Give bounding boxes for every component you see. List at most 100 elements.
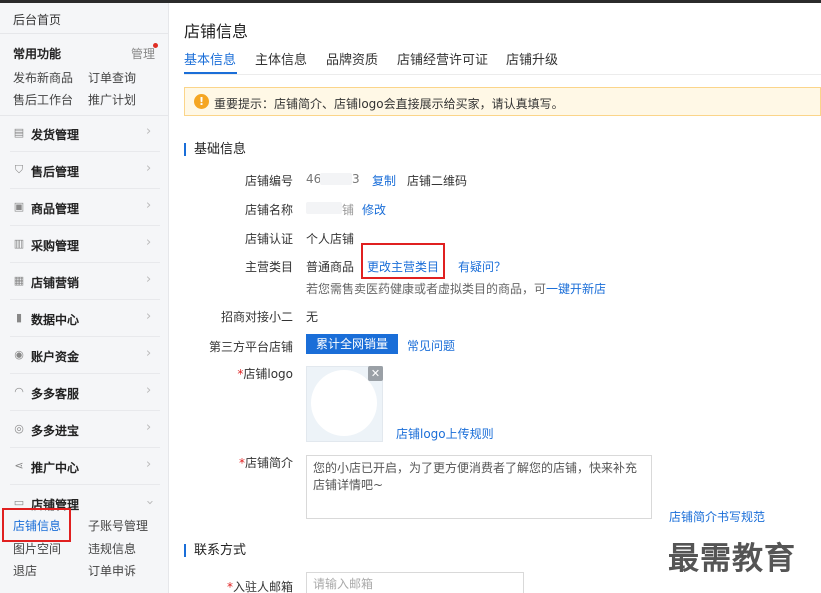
section-title-basic: 基础信息 xyxy=(184,143,246,156)
shield-check-icon: ⛉ xyxy=(14,163,24,176)
faq-link[interactable]: 常见问题 xyxy=(407,337,455,354)
logo-upload-rules-link[interactable]: 店铺logo上传规则 xyxy=(396,425,494,442)
category-hint-text: 若您需售卖医药健康或者虚拟类目的商品，可 xyxy=(306,282,547,296)
gift-icon: ◎ xyxy=(14,422,24,435)
cart-icon: ▥ xyxy=(13,237,25,250)
question-link[interactable]: 有疑问？ xyxy=(458,258,506,275)
store-id-label: 店铺编号 xyxy=(244,174,293,188)
chevron-right-icon: › xyxy=(146,235,152,250)
box-icon: ▣ xyxy=(13,200,25,213)
tab-brand-qualification[interactable]: 品牌资质 xyxy=(326,49,378,68)
sidebar-item-aftersale[interactable]: ⛉ 售后管理 › xyxy=(0,152,168,189)
category-hint: 若您需售卖医药健康或者虚拟类目的商品，可一键开新店 xyxy=(306,280,606,297)
sidebar-item-label: 商品管理 xyxy=(31,202,80,216)
chevron-right-icon: › xyxy=(146,346,152,361)
bar-chart-icon: ▮ xyxy=(15,311,23,324)
sidebar-item-label: 多多进宝 xyxy=(31,424,80,438)
intro-label: *店铺简介 xyxy=(238,456,293,470)
sidebar-item-label: 账户资金 xyxy=(31,350,80,364)
close-icon[interactable]: ✕ xyxy=(368,366,383,381)
notice-banner: ! 重要提示：店铺简介、店铺logo会直接展示给买家，请认真填写。 xyxy=(184,87,821,116)
sidebar-item-customer-service[interactable]: ◠ 多多客服 › xyxy=(0,374,168,411)
sidebar-item-label: 发货管理 xyxy=(31,128,80,142)
quick-link-publish[interactable]: 发布新商品 xyxy=(13,69,73,86)
common-functions-title: 常用功能 xyxy=(13,47,62,61)
certification-label: 店铺认证 xyxy=(244,232,293,246)
chevron-down-icon: › xyxy=(142,499,158,506)
sidebar-item-purchase[interactable]: ▥ 采购管理 › xyxy=(0,226,168,263)
section-title-contact: 联系方式 xyxy=(184,544,246,557)
chevron-right-icon: › xyxy=(146,272,152,287)
copy-store-id-link[interactable]: 复制 xyxy=(372,172,396,189)
redacted-mask xyxy=(306,202,342,214)
sidebar-item-duoduo-jinbao[interactable]: ◎ 多多进宝 › xyxy=(0,411,168,448)
sidebar-item-shipping[interactable]: ▤ 发货管理 › xyxy=(0,115,168,152)
sidebar: 后台首页 常用功能 管理 发布新商品 订单查询 售后工作台 推广计划 ▤ 发货管… xyxy=(0,3,169,593)
sidebar-item-label: 采购管理 xyxy=(31,239,80,253)
sidebar-item-marketing[interactable]: ▦ 店铺营销 › xyxy=(0,263,168,300)
logo-label: *店铺logo xyxy=(237,367,293,381)
certification-value: 个人店铺 xyxy=(306,232,355,246)
tab-store-upgrade[interactable]: 店铺升级 xyxy=(506,49,558,68)
email-label: *入驻人邮箱 xyxy=(226,580,293,593)
notification-dot xyxy=(153,43,158,48)
edit-store-name-link[interactable]: 修改 xyxy=(362,201,386,218)
open-new-store-link[interactable]: 一键开新店 xyxy=(546,282,606,296)
redacted-mask xyxy=(320,173,352,185)
sidebar-item-goods[interactable]: ▣ 商品管理 › xyxy=(0,189,168,226)
intro-writing-guide-link[interactable]: 店铺简介书写规范 xyxy=(669,508,765,525)
sidebar-item-promotion-center[interactable]: ⋖ 推广中心 › xyxy=(0,448,168,485)
highlight-box xyxy=(2,508,71,542)
chevron-right-icon: › xyxy=(146,383,152,398)
sidebar-item-data-center[interactable]: ▮ 数据中心 › xyxy=(0,300,168,337)
doc-icon: ▤ xyxy=(13,126,25,139)
cumulative-sales-button[interactable]: 累计全网销量 xyxy=(306,334,399,354)
main-content: 店铺信息 基本信息 主体信息 品牌资质 店铺经营许可证 店铺升级 ! 重要提示：… xyxy=(170,3,821,593)
category-value: 普通商品 xyxy=(306,260,355,274)
logo-label-text: 店铺logo xyxy=(243,367,293,381)
store-qrcode-link[interactable]: 店铺二维码 xyxy=(407,172,467,189)
sidebar-sub-order-appeal[interactable]: 订单申诉 xyxy=(88,562,136,579)
third-party-label: 第三方平台店铺 xyxy=(208,340,293,354)
manage-link[interactable]: 管理 xyxy=(131,45,155,62)
quick-link-aftersale[interactable]: 售后工作台 xyxy=(13,91,73,108)
email-label-text: 入驻人邮箱 xyxy=(232,580,293,593)
logo-placeholder xyxy=(311,370,377,436)
coin-icon: ◉ xyxy=(14,348,24,361)
intro-label-text: 店铺简介 xyxy=(244,456,293,470)
store-name-value-end: 铺 xyxy=(342,203,355,217)
sidebar-item-label: 店铺营销 xyxy=(31,276,80,290)
sidebar-item-label: 数据中心 xyxy=(31,313,80,327)
headset-icon: ◠ xyxy=(14,385,24,398)
sidebar-sub-close-store[interactable]: 退店 xyxy=(13,562,37,579)
liaison-value: 无 xyxy=(306,310,319,324)
store-name-label: 店铺名称 xyxy=(244,203,293,217)
quick-link-order-query[interactable]: 订单查询 xyxy=(88,69,136,86)
warning-icon: ! xyxy=(194,94,209,109)
tab-basic-info[interactable]: 基本信息 xyxy=(184,49,236,68)
sidebar-sub-image-space[interactable]: 图片空间 xyxy=(13,540,61,557)
sidebar-sub-violation-info[interactable]: 违规信息 xyxy=(88,540,136,557)
sidebar-item-label: 售后管理 xyxy=(31,165,80,179)
store-intro-textarea[interactable]: 您的小店已开启，为了更方便消费者了解您的店铺，快来补充店铺详情吧~ xyxy=(306,455,652,519)
sidebar-item-label: 推广中心 xyxy=(31,461,80,475)
sidebar-item-account-funds[interactable]: ◉ 账户资金 › xyxy=(0,337,168,374)
chevron-right-icon: › xyxy=(146,309,152,324)
sidebar-home-link[interactable]: 后台首页 xyxy=(13,11,61,28)
notice-text: 重要提示：店铺简介、店铺logo会直接展示给买家，请认真填写。 xyxy=(214,97,564,111)
chevron-right-icon: › xyxy=(146,198,152,213)
quick-link-promotion[interactable]: 推广计划 xyxy=(88,91,136,108)
tab-entity-info[interactable]: 主体信息 xyxy=(255,49,307,68)
chevron-right-icon: › xyxy=(146,161,152,176)
sidebar-item-label: 多多客服 xyxy=(31,387,80,401)
tab-business-license[interactable]: 店铺经营许可证 xyxy=(397,49,488,68)
watermark: 最需教育 xyxy=(668,541,796,577)
divider xyxy=(0,33,168,34)
store-id-value-start: 46 xyxy=(306,172,322,186)
sidebar-sub-subaccount[interactable]: 子账号管理 xyxy=(88,517,148,534)
calendar-icon: ▦ xyxy=(13,274,25,287)
highlight-box xyxy=(361,243,445,279)
store-id-value-end: 3 xyxy=(352,172,360,186)
email-input[interactable] xyxy=(306,572,524,593)
liaison-label: 招商对接小二 xyxy=(220,310,293,324)
